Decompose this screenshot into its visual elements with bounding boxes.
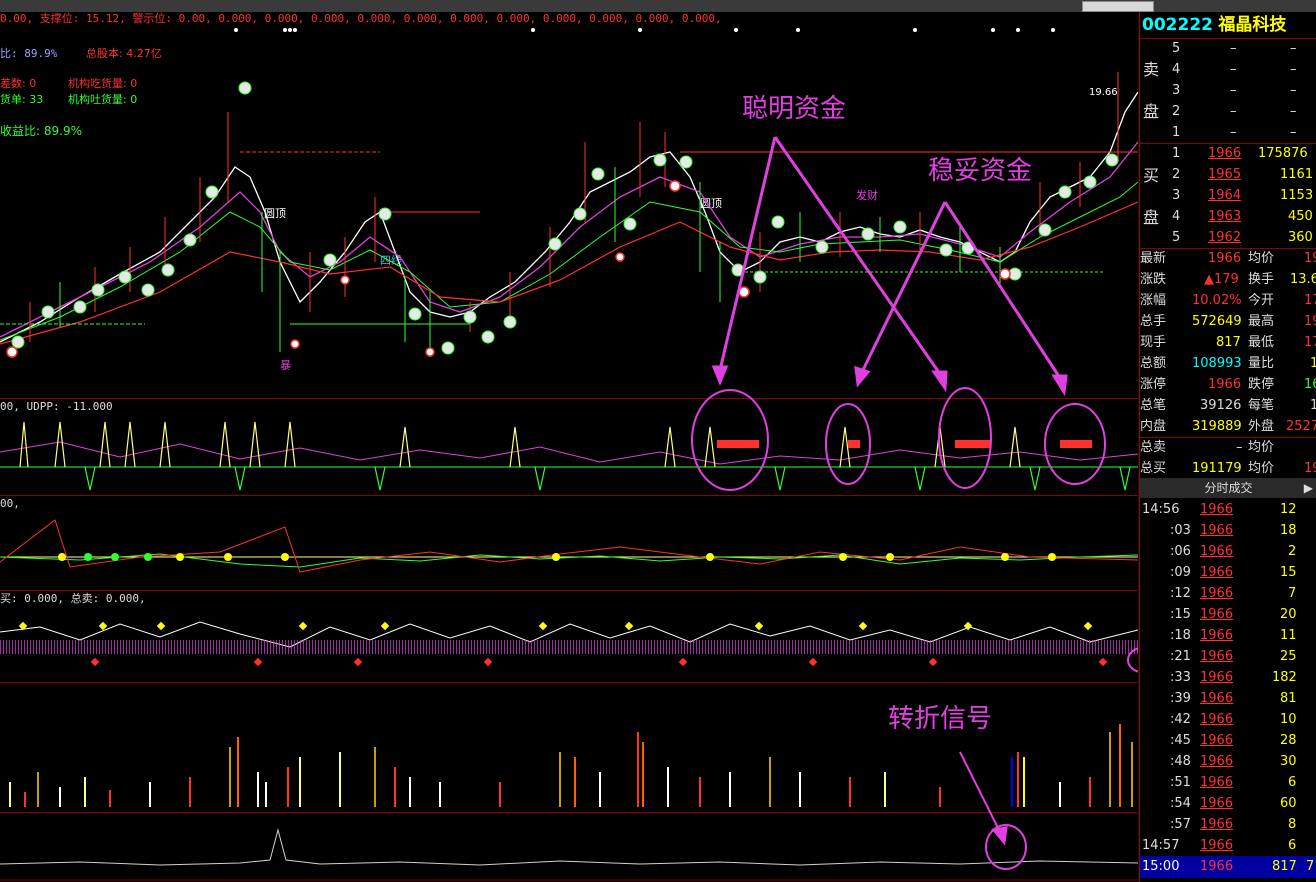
tick-row[interactable]: 14:57 1966 6 (1140, 835, 1316, 856)
bottom-oscillator (0, 828, 1138, 866)
sub2-line-green (0, 553, 1138, 568)
quote-row-total-sell: 总卖 – 均价 (1140, 440, 1275, 455)
sell-level-row[interactable]: 2– – (1140, 101, 1316, 122)
quote-row-inner-outer: 内盘 319889 外盘 2527 (1140, 419, 1316, 434)
quote-panel: 002222 福晶科技 卖 盘 5– – 4– – 3– – 2– – 1– – 买 盘 … (1139, 12, 1316, 882)
tick-row-selected[interactable]: 15:00 1966 817 7 (1140, 856, 1316, 878)
title-bar-input[interactable] (1082, 1, 1154, 12)
sell-level-row[interactable]: 4– – (1140, 59, 1316, 80)
ma-line-green (0, 181, 1138, 341)
chart-graphics (0, 28, 1138, 881)
stock-code: 002222 (1142, 15, 1213, 35)
tick-row[interactable]: :03 1966 18 (1140, 520, 1316, 541)
tick-trades-header[interactable]: 分时成交 ▶ (1140, 478, 1316, 498)
title-bar (0, 0, 1316, 12)
quote-row-amount: 总额 108993 量比 1 (1140, 356, 1316, 371)
udpp-blocks (717, 440, 1092, 448)
tick-row[interactable]: :39 1966 81 (1140, 688, 1316, 709)
quote-row-trades: 总笔 39126 每笔 1 (1140, 398, 1316, 413)
buy-markers (6, 180, 1011, 358)
annotation-smart-money: 聪明资金 (742, 94, 847, 124)
tick-row[interactable]: :33 1966 182 (1140, 667, 1316, 688)
tick-row[interactable]: :18 1966 11 (1140, 625, 1316, 646)
tick-row[interactable]: :12 1966 7 (1140, 583, 1316, 604)
tick-row[interactable]: 14:56 1966 12 (1140, 499, 1316, 520)
tick-row[interactable]: :06 1966 2 (1140, 541, 1316, 562)
tick-row[interactable]: :42 1966 10 (1140, 709, 1316, 730)
tick-row[interactable]: :51 1966 6 (1140, 772, 1316, 793)
volume-bars (9, 724, 1133, 807)
quote-row-current: 现手817最低17 (1140, 335, 1316, 350)
top-star-markers (234, 28, 1055, 32)
sell-level-row[interactable]: 1– – (1140, 122, 1316, 143)
tick-row[interactable]: :09 1966 15 (1140, 562, 1316, 583)
sub3-red-diamonds (90, 657, 1108, 667)
tick-row[interactable]: :57 1966 8 (1140, 814, 1316, 835)
buy-level-row[interactable]: 1 1966 175876 (1140, 143, 1316, 164)
quote-row-volume: 总手572649最高19 (1140, 314, 1316, 329)
sell-level-row[interactable]: 3– – (1140, 80, 1316, 101)
buy-level-row[interactable]: 3 1964 1153 (1140, 185, 1316, 206)
tick-row[interactable]: :48 1966 30 (1140, 751, 1316, 772)
tick-row[interactable]: :21 1966 25 (1140, 646, 1316, 667)
tick-row[interactable]: :45 1966 28 (1140, 730, 1316, 751)
quote-row-limit: 涨停1966跌停16 (1140, 377, 1316, 392)
smiley-markers (11, 81, 1119, 355)
quote-row-total-buy: 总买191179均价19 (1140, 461, 1316, 476)
quote-row-change: 涨跌 ▲179 换手 13.6 (1140, 272, 1316, 287)
stock-title: 002222 福晶科技 (1142, 14, 1286, 36)
quote-row-pct: 涨幅10.02%今开17 (1140, 293, 1316, 308)
play-arrow-icon[interactable]: ▶ (1304, 478, 1313, 498)
annotation-turn-signal: 转折信号 (888, 704, 993, 734)
sub2-line-red (0, 519, 1138, 573)
kline-chart-area[interactable]: 0.00, 支撑位: 15.12, 警示位: 0.00, 0.000, 0.00… (0, 12, 1138, 882)
price-line-white (0, 91, 1138, 343)
buy-level-row[interactable]: 4 1963 450 (1140, 206, 1316, 227)
annotation-stable-money: 稳妥资金 (928, 156, 1033, 186)
stock-name: 福晶科技 (1218, 15, 1287, 35)
tick-trades-title: 分时成交 (1204, 481, 1253, 495)
tick-row[interactable]: :54 1966 60 (1140, 793, 1316, 814)
sell-level-row[interactable]: 5– – (1140, 38, 1316, 59)
buy-level-row[interactable]: 5 1962 360 (1140, 227, 1316, 248)
sub3-diamond-markers (18, 621, 1093, 631)
tick-row[interactable]: :15 1966 20 (1140, 604, 1316, 625)
annotation-overlay (691, 136, 1138, 870)
quote-row-latest: 最新1966均价19 (1140, 251, 1316, 266)
buy-level-row[interactable]: 2 1965 1161 (1140, 164, 1316, 185)
